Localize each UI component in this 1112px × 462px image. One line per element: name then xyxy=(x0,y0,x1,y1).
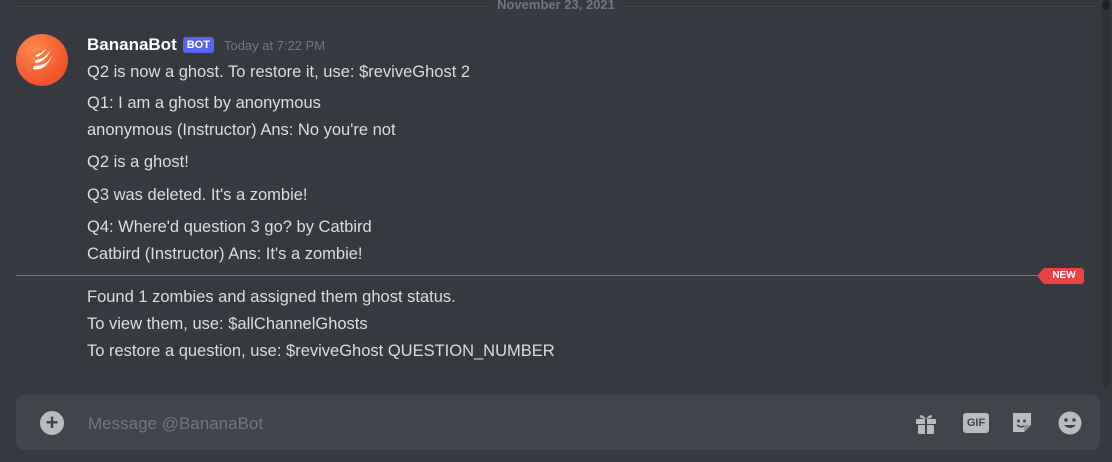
banana-logo-icon xyxy=(33,48,53,70)
message-line: Q2 is a ghost! xyxy=(87,153,189,171)
message-line: Q3 was deleted. It's a zombie! xyxy=(87,186,308,204)
message-line: anonymous (Instructor) Ans: No you're no… xyxy=(87,121,396,139)
scrollbar-thumb[interactable] xyxy=(1102,0,1110,10)
date-divider: November 23, 2021 xyxy=(16,0,1096,13)
message-line: To restore a question, use: $reviveGhost… xyxy=(87,342,555,360)
date-divider-label: November 23, 2021 xyxy=(491,0,621,13)
message-timestamp: Today at 7:22 PM xyxy=(223,37,326,53)
plus-circle-icon[interactable]: + xyxy=(40,411,64,435)
message-line: Q4: Where'd question 3 go? by Catbird xyxy=(87,218,372,236)
message-line: Catbird (Instructor) Ans: It's a zombie! xyxy=(87,245,363,263)
message-input[interactable] xyxy=(86,409,870,439)
avatar[interactable] xyxy=(16,34,68,86)
gift-icon[interactable] xyxy=(912,409,940,437)
new-badge: NEW xyxy=(1037,268,1084,284)
sticker-icon[interactable] xyxy=(1008,409,1036,437)
scrollbar[interactable] xyxy=(1102,0,1110,388)
bot-tag: BOT xyxy=(182,37,214,53)
gif-icon[interactable]: GIF xyxy=(960,409,992,437)
new-messages-divider xyxy=(16,275,1040,276)
message-composer: + GIF xyxy=(16,395,1100,450)
gif-label: GIF xyxy=(962,413,990,433)
message-line: Q1: I am a ghost by anonymous xyxy=(87,94,321,112)
message-line: Found 1 zombies and assigned them ghost … xyxy=(87,288,456,306)
username[interactable]: BananaBot xyxy=(87,35,177,55)
message-line: Q2 is now a ghost. To restore it, use: $… xyxy=(87,63,471,81)
message-line: To view them, use: $allChannelGhosts xyxy=(87,315,368,333)
emoji-icon[interactable] xyxy=(1056,409,1084,437)
message-header: BananaBot BOT Today at 7:22 PM xyxy=(87,34,325,56)
